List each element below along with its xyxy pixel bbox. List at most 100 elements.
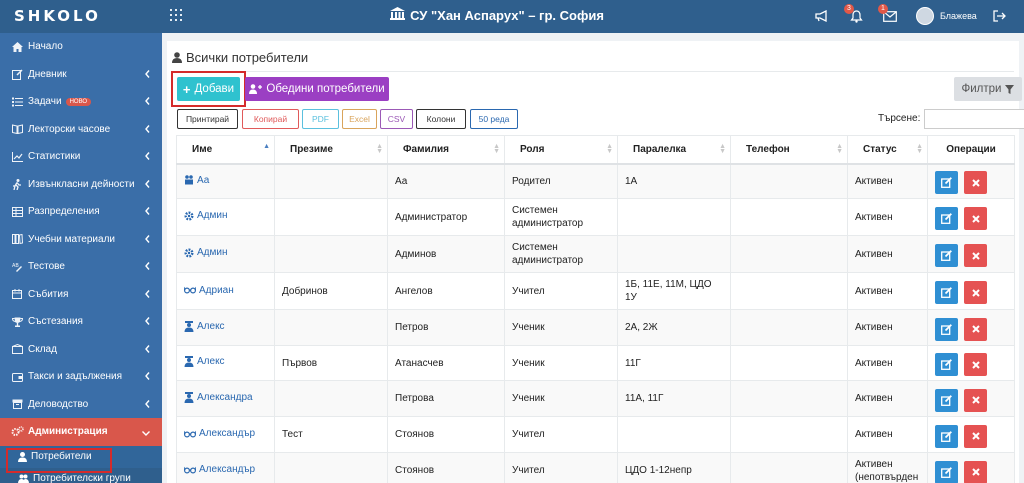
user-avatar[interactable] [916, 7, 934, 25]
close-icon [971, 325, 980, 333]
materials-icon [10, 234, 24, 245]
user-first-name: Админ [197, 210, 228, 222]
cell-class [617, 235, 731, 273]
school-selector[interactable]: СУ "Хан Аспарух" – гр. София [390, 7, 604, 23]
user-name-link[interactable]: Админ [184, 246, 228, 259]
user-name-link[interactable]: Алекс [184, 355, 225, 368]
search-input[interactable] [924, 109, 1024, 129]
sidebar-item-statistics[interactable]: Статистики [0, 143, 162, 171]
close-icon [971, 468, 980, 476]
user-name-link[interactable]: Александър [184, 463, 255, 476]
filter-funnel-icon [1005, 84, 1015, 94]
sidebar-item-extracurricular[interactable]: Извънкласни дейности [0, 171, 162, 199]
delete-button[interactable] [964, 353, 987, 376]
column-header-middle-name[interactable]: Презиме ▲ ▼ [274, 135, 388, 165]
cell-phone [730, 452, 848, 483]
user-name[interactable]: Блажева [940, 11, 977, 21]
edit-button[interactable] [935, 207, 958, 230]
delete-button[interactable] [964, 424, 987, 448]
cell-class: 1Б, 11Е, 11М, ЦДО 1У [617, 272, 731, 310]
user-name-link[interactable]: Админ [184, 209, 228, 222]
cell-class: ЦДО 1-12непр [617, 452, 731, 483]
column-header-last-name[interactable]: Фамилия ▲ ▼ [387, 135, 505, 165]
delete-button[interactable] [964, 281, 987, 304]
sidebar-item-home[interactable]: Начало [0, 33, 162, 61]
sidebar-item-tests[interactable]: AB Тестове [0, 253, 162, 281]
excel-button[interactable]: Excel [342, 109, 377, 129]
close-icon [971, 288, 980, 297]
user-name-link[interactable]: Адриан [184, 284, 234, 297]
column-header-label: Презиме [290, 143, 333, 155]
delete-button[interactable] [964, 171, 987, 195]
close-icon [971, 251, 980, 260]
table-row: Админ Администратор Системен администратор… [176, 198, 1015, 236]
column-header-status[interactable]: Статус ▲ ▼ [847, 135, 928, 165]
cell-class [617, 198, 731, 236]
chevron-left-icon [145, 372, 150, 383]
print-button[interactable]: Принтирай [177, 109, 238, 129]
filters-button[interactable]: Филтри [954, 77, 1022, 101]
table-row: Аа Аа Родител 1А Активен [176, 163, 1015, 199]
sidebar-item-label: Статистики [28, 151, 81, 163]
user-first-name: Алекс [197, 356, 225, 367]
column-header-class[interactable]: Паралелка ▲ ▼ [617, 135, 731, 165]
bell-icon[interactable]: 3 [844, 4, 863, 23]
page-size-button[interactable]: 50 реда [470, 109, 518, 129]
pdf-button[interactable]: PDF [302, 109, 339, 129]
sort-icon: ▲ ▼ [719, 143, 726, 155]
sidebar-item-administration[interactable]: Администрация [0, 418, 162, 446]
user-first-name: Александра [197, 391, 253, 403]
column-header-role[interactable]: Роля ▲ ▼ [504, 135, 618, 165]
edit-button[interactable] [935, 281, 958, 304]
student-icon [184, 356, 194, 367]
column-header-first-name[interactable]: Име ▲ [176, 135, 275, 165]
delete-button[interactable] [964, 388, 987, 412]
edit-button[interactable] [935, 317, 958, 341]
user-name-link[interactable]: Александра [184, 391, 253, 404]
megaphone-icon[interactable] [815, 9, 829, 23]
cog-icon [184, 211, 194, 221]
cell-operations [927, 309, 1015, 346]
copy-button[interactable]: Копирай [242, 109, 299, 129]
sidebar-item-diary[interactable]: Дневник [0, 61, 162, 89]
sidebar-item-tasks[interactable]: Задачи НОВО [0, 88, 162, 116]
envelope-icon[interactable]: 1 [878, 4, 897, 23]
edit-button[interactable] [935, 388, 958, 412]
apps-grid-icon[interactable] [170, 9, 182, 21]
sidebar-item-events[interactable]: Събития [0, 281, 162, 309]
sidebar-item-competitions[interactable]: Състезания [0, 308, 162, 336]
top-bar: SHKOLO СУ "Хан Аспарух" – гр. София 3 1 … [0, 0, 1024, 33]
column-header-phone[interactable]: Телефон ▲ ▼ [730, 135, 848, 165]
sidebar-item-fees[interactable]: Такси и задължения [0, 363, 162, 391]
sidebar-item-distributions[interactable]: Разпределения [0, 198, 162, 226]
user-name-link[interactable]: Алекс [184, 320, 225, 333]
delete-button[interactable] [964, 244, 987, 267]
column-header-label: Паралелка [633, 143, 687, 155]
cell-role: Учител [504, 416, 618, 453]
logout-icon[interactable] [992, 9, 1006, 23]
cell-role: Ученик [504, 380, 618, 417]
app-logo[interactable]: SHKOLO [14, 7, 101, 25]
edit-button[interactable] [935, 424, 958, 448]
csv-button[interactable]: CSV [380, 109, 413, 129]
sidebar-item-lecture-hours[interactable]: Лекторски часове [0, 116, 162, 144]
sidebar-item-materials[interactable]: Учебни материали [0, 226, 162, 254]
delete-button[interactable] [964, 460, 987, 483]
sidebar-item-label: Лекторски часове [28, 123, 111, 135]
sidebar-item-records[interactable]: Деловодство [0, 391, 162, 419]
glasses-icon [184, 466, 196, 474]
user-name-link[interactable]: Александър [184, 427, 255, 440]
edit-button[interactable] [935, 353, 958, 376]
merge-users-button[interactable]: Обедини потребители [245, 77, 389, 101]
cell-role: Учител [504, 272, 618, 310]
sidebar-item-warehouse[interactable]: Склад [0, 336, 162, 364]
edit-button[interactable] [935, 171, 958, 195]
edit-button[interactable] [935, 460, 958, 483]
user-name-link[interactable]: Аа [184, 174, 209, 187]
cell-role: Учител [504, 452, 618, 483]
delete-button[interactable] [964, 207, 987, 230]
columns-button[interactable]: Колони [416, 109, 466, 129]
delete-button[interactable] [964, 317, 987, 341]
edit-button[interactable] [935, 244, 958, 267]
users-icon [18, 474, 29, 483]
